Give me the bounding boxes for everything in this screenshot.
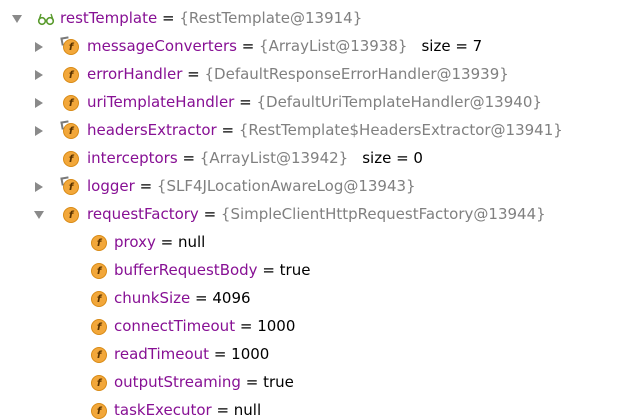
variable-name: messageConverters	[87, 37, 237, 55]
tree-row-text: errorHandler = {DefaultResponseErrorHand…	[87, 65, 509, 83]
equals-sign: =	[157, 9, 180, 27]
chevron-down-icon[interactable]	[32, 208, 46, 222]
tree-row-text: bufferRequestBody = true	[114, 261, 310, 279]
equals-sign: =	[216, 121, 239, 139]
tree-row-text: messageConverters = {ArrayList@13938} siz…	[87, 37, 482, 55]
variable-name: outputStreaming	[114, 373, 241, 391]
variable-name: logger	[87, 177, 135, 195]
tree-row-text: uriTemplateHandler = {DefaultUriTemplate…	[87, 93, 542, 111]
variable-value: {ArrayList@13942}	[199, 149, 349, 167]
tree-row-text: requestFactory = {SimpleClientHttpReques…	[87, 205, 546, 223]
equals-sign: =	[155, 233, 178, 251]
chevron-right-icon[interactable]	[32, 96, 46, 110]
equals-sign: =	[257, 261, 280, 279]
equals-sign: =	[236, 37, 260, 55]
variable-value: 1000	[257, 317, 296, 335]
equals-sign: =	[177, 149, 200, 167]
equals-sign: =	[235, 317, 258, 335]
chevron-right-icon[interactable]	[32, 68, 46, 82]
field-icon: f	[91, 235, 107, 251]
equals-sign: =	[182, 65, 205, 83]
variable-value: {SLF4JLocationAwareLog@13943}	[156, 177, 416, 195]
variable-name: bufferRequestBody	[114, 261, 258, 279]
equals-sign: =	[211, 401, 234, 419]
final-field-icon: f	[60, 120, 79, 139]
final-field-icon: f	[60, 176, 79, 195]
field-icon: f	[63, 67, 79, 83]
variables-tree: restTemplate = {RestTemplate@13914} f mes…	[0, 0, 637, 419]
variable-value: 1000	[231, 345, 270, 363]
variable-value: true	[263, 373, 294, 391]
chevron-down-icon[interactable]	[10, 12, 24, 26]
field-icon: f	[91, 403, 107, 419]
tree-row-text: chunkSize = 4096	[114, 289, 251, 307]
variable-name: errorHandler	[87, 65, 183, 83]
variable-name: interceptors	[87, 149, 178, 167]
variable-name: proxy	[114, 233, 156, 251]
tree-row-text: logger = {SLF4JLocationAwareLog@13943}	[87, 177, 416, 195]
equals-sign: =	[190, 289, 213, 307]
collection-size: size = 7	[421, 37, 483, 55]
chevron-right-icon[interactable]	[32, 180, 46, 194]
tree-row-text: proxy = null	[114, 233, 205, 251]
equals-sign: =	[240, 373, 264, 391]
variable-name: chunkSize	[114, 289, 191, 307]
variable-name: headersExtractor	[87, 121, 217, 139]
chevron-right-icon[interactable]	[32, 124, 46, 138]
variable-value: null	[177, 233, 206, 251]
variable-name: readTimeout	[114, 345, 210, 363]
variable-value: {ArrayList@13938}	[259, 37, 408, 55]
field-icon: f	[63, 95, 79, 111]
variable-name: requestFactory	[87, 205, 199, 223]
variable-value: 4096	[212, 289, 251, 307]
variable-name: taskExecutor	[114, 401, 212, 419]
chevron-right-icon[interactable]	[32, 40, 46, 54]
variable-value: {DefaultResponseErrorHandler@13939}	[204, 65, 509, 83]
field-icon: f	[91, 291, 107, 307]
variable-value: {RestTemplate$HeadersExtractor@13941}	[238, 121, 563, 139]
variable-name: connectTimeout	[114, 317, 236, 335]
tree-row-text: readTimeout = 1000	[114, 345, 269, 363]
variable-value: true	[279, 261, 311, 279]
variable-name: uriTemplateHandler	[87, 93, 235, 111]
watch-glasses-icon	[37, 11, 55, 27]
equals-sign: =	[234, 93, 257, 111]
equals-sign: =	[198, 205, 221, 223]
tree-row-text: interceptors = {ArrayList@13942} size = 0	[87, 149, 423, 167]
equals-sign: =	[209, 345, 232, 363]
collection-size: size = 0	[362, 149, 423, 167]
field-icon: f	[91, 347, 107, 363]
tree-row-text: headersExtractor = {RestTemplate$Headers…	[87, 121, 563, 139]
field-icon: f	[63, 207, 79, 223]
field-icon: f	[91, 319, 107, 335]
field-icon: f	[91, 375, 107, 391]
variable-value: {DefaultUriTemplateHandler@13940}	[256, 93, 542, 111]
tree-row-root-text: restTemplate = {RestTemplate@13914}	[60, 9, 362, 27]
field-icon: f	[63, 151, 79, 167]
variable-value: {RestTemplate@13914}	[179, 9, 363, 27]
variable-value: {SimpleClientHttpRequestFactory@13944}	[220, 205, 546, 223]
final-field-icon: f	[60, 36, 79, 55]
equals-sign: =	[134, 177, 157, 195]
variable-name: restTemplate	[60, 9, 158, 27]
tree-row-text: taskExecutor = null	[114, 401, 261, 419]
variable-value: null	[233, 401, 262, 419]
tree-row-text: connectTimeout = 1000	[114, 317, 295, 335]
tree-row-text: outputStreaming = true	[114, 373, 294, 391]
field-icon: f	[91, 263, 107, 279]
